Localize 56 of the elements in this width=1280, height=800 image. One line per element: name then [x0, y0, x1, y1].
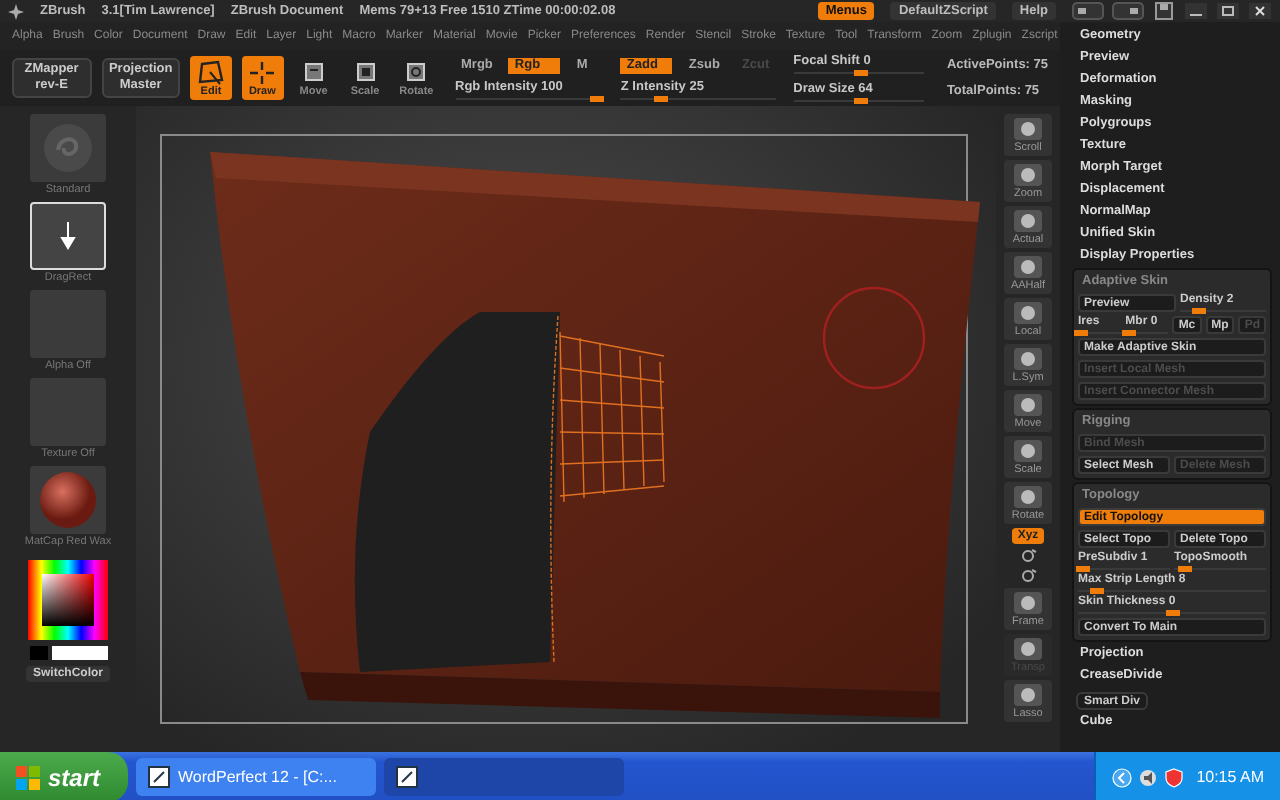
brush-thumbnail[interactable]	[30, 114, 106, 182]
sphere-tile-icon	[1012, 116, 1044, 142]
windows-flag-icon	[16, 765, 40, 789]
sphere-tile-icon	[1012, 484, 1044, 510]
sphere-tile-icon	[1012, 300, 1044, 326]
sphere-tile-icon	[1012, 208, 1044, 234]
slider-thumb[interactable]	[1191, 308, 1206, 314]
rotate-axis-icon[interactable]	[1018, 568, 1038, 584]
sphere-tile-icon	[1012, 162, 1044, 188]
slider-thumb[interactable]	[1076, 566, 1091, 572]
document-pen-icon	[148, 766, 171, 788]
sphere-tile-icon	[1012, 392, 1044, 418]
down-arrow-icon	[60, 222, 76, 250]
sphere-tile-icon	[1012, 636, 1044, 662]
brush-sphere-icon	[42, 122, 94, 174]
taskbar-button[interactable]	[384, 758, 625, 796]
slider-thumb[interactable]	[1074, 330, 1089, 336]
slider-thumb[interactable]	[589, 95, 604, 101]
crosshair-icon	[248, 59, 277, 85]
stroke-thumbnail[interactable]	[30, 202, 106, 270]
speaker-icon[interactable]	[1138, 767, 1159, 787]
zbrush-logo-icon	[8, 3, 24, 19]
rotate-cube-icon	[402, 59, 431, 85]
slider-thumb[interactable]	[1166, 610, 1180, 616]
rotate-axis-icon[interactable]	[1018, 548, 1038, 564]
secondary-color-swatch[interactable]	[51, 646, 107, 660]
start-button[interactable]: start	[0, 752, 129, 800]
material-sphere-icon	[37, 470, 98, 530]
pencil-frame-icon	[196, 59, 225, 85]
slider-thumb[interactable]	[853, 98, 868, 104]
material-thumbnail[interactable]	[29, 466, 106, 534]
clock: 10:15 AM	[1196, 768, 1264, 786]
maximize-icon[interactable]	[1216, 2, 1240, 20]
slider-thumb[interactable]	[1177, 566, 1192, 572]
close-icon[interactable]	[1248, 2, 1272, 20]
arrow-left-icon[interactable]	[1112, 767, 1133, 787]
scale-cube-icon	[351, 59, 379, 85]
sphere-tile-icon	[1012, 682, 1044, 708]
sphere-tile-icon	[1012, 346, 1044, 372]
panel-right-icon[interactable]	[1112, 2, 1144, 20]
slider-thumb[interactable]	[653, 95, 668, 101]
app-window-icon	[396, 766, 419, 788]
panel-left-icon[interactable]	[1072, 2, 1104, 20]
sphere-tile-icon	[1012, 254, 1044, 280]
minimize-icon[interactable]	[1184, 2, 1208, 20]
taskbar-button[interactable]: WordPerfect 12 - [C:...	[136, 758, 377, 796]
sphere-tile-icon	[1012, 438, 1044, 464]
primary-color-swatch[interactable]	[29, 646, 47, 660]
color-picker[interactable]	[28, 560, 108, 640]
shield-icon[interactable]	[1164, 767, 1185, 787]
brush-cursor-icon	[820, 284, 928, 392]
move-cube-icon	[299, 59, 328, 85]
slider-thumb[interactable]	[853, 70, 868, 76]
sphere-tile-icon	[1012, 590, 1044, 616]
slider-thumb[interactable]	[1121, 330, 1136, 336]
slider-thumb[interactable]	[1090, 588, 1105, 594]
